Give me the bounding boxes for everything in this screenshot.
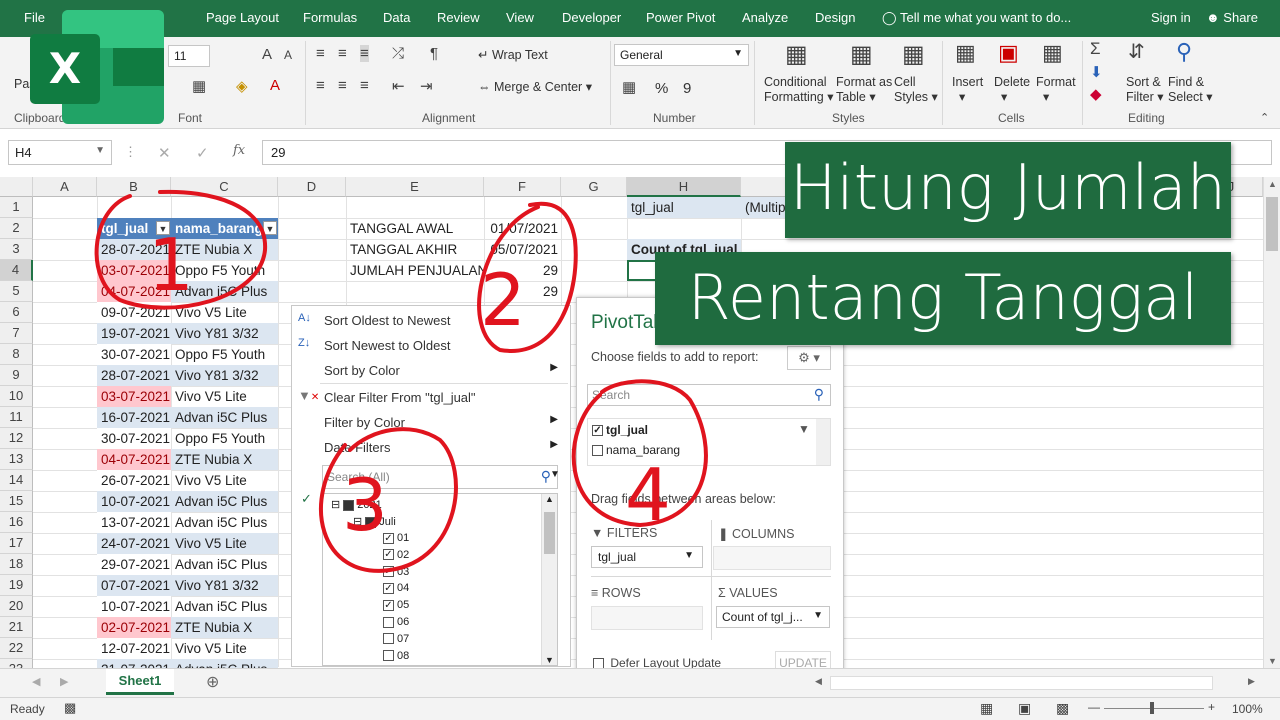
annotation-number-1: 1 (148, 223, 194, 307)
scroll-up-icon[interactable]: ▲ (1268, 179, 1277, 189)
page-break-icon[interactable]: ▩ (1056, 700, 1069, 717)
annotation-number-4: 4 (625, 453, 671, 537)
sheet-tab-bar: ◀ ▶ Sheet1 ⊕ ◀ ▶ (0, 668, 1280, 697)
normal-view-icon[interactable]: ▦ (980, 700, 993, 717)
vertical-scrollbar[interactable]: ▲ ▼ (1263, 177, 1280, 668)
annotation-number-3: 3 (342, 463, 388, 547)
next-sheet-icon[interactable]: ▶ (60, 675, 68, 688)
zoom-level[interactable]: 100% (1232, 702, 1263, 716)
status-ready: Ready (10, 702, 45, 716)
zoom-slider-thumb[interactable] (1150, 702, 1154, 714)
annotation-number-2: 2 (480, 258, 526, 342)
zoom-out-icon[interactable]: — (1088, 700, 1100, 714)
scroll-down-icon[interactable]: ▼ (1268, 656, 1277, 666)
macro-icon[interactable]: ▩ (64, 700, 76, 716)
add-sheet-icon[interactable]: ⊕ (206, 672, 219, 692)
page-layout-icon[interactable]: ▣ (1018, 700, 1031, 717)
annotation-layer: 1 2 3 4 (94, 189, 708, 573)
zoom-slider[interactable] (1104, 708, 1204, 709)
scroll-right-icon[interactable]: ▶ (1248, 676, 1255, 687)
scroll-left-icon[interactable]: ◀ (815, 676, 822, 687)
sheet-tab-sheet1[interactable]: Sheet1 (106, 669, 174, 695)
horizontal-scrollbar[interactable] (830, 676, 1213, 690)
status-bar: Ready ▩ ▦ ▣ ▩ — + 100% (0, 697, 1280, 720)
zoom-in-icon[interactable]: + (1208, 700, 1215, 714)
prev-sheet-icon[interactable]: ◀ (32, 675, 40, 688)
